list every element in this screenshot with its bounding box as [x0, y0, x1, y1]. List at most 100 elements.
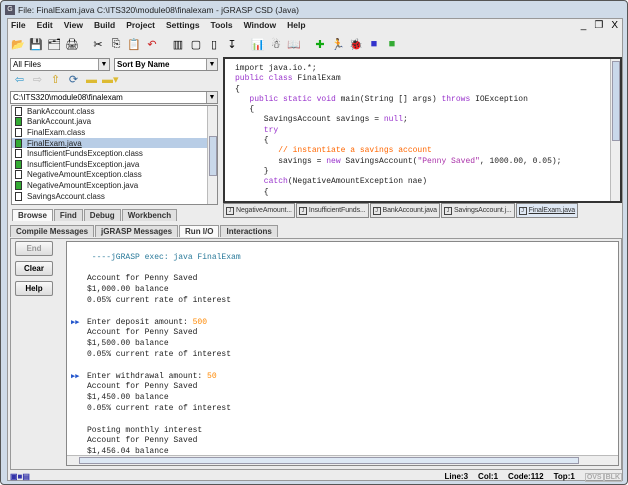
menu-settings[interactable]: Settings [165, 20, 201, 33]
file-tabs: J NegativeAmount... J InsufficientFunds... J… [223, 203, 622, 218]
file-tab[interactable]: J InsufficientFunds... [295, 203, 369, 218]
clear-button[interactable]: Clear [15, 261, 53, 276]
help-button[interactable]: Help [15, 281, 53, 296]
tab-jgrasp-messages[interactable]: jGRASP Messages [95, 225, 179, 237]
code-token: public class [235, 74, 293, 84]
undo-icon[interactable]: ↶ [144, 36, 160, 52]
code-line: public class FinalExam [235, 74, 620, 84]
tab-find[interactable]: Find [53, 209, 83, 221]
back-arrow-icon[interactable]: ⇦ [12, 73, 27, 88]
code-token: SavingsAccount savings = [235, 115, 384, 125]
blk-indicator: BLK [603, 472, 622, 482]
folder-menu-icon[interactable]: ▬▾ [102, 73, 119, 88]
chart-icon[interactable]: 📊 [250, 36, 266, 52]
java-file-icon: J [298, 206, 307, 215]
blue-square-icon[interactable]: ■ [366, 36, 382, 52]
file-tab[interactable]: J NegativeAmount... [223, 203, 295, 218]
refresh-icon[interactable]: ⟳ [66, 73, 81, 88]
folder-icon[interactable]: ▬ [84, 73, 99, 88]
menu-project[interactable]: Project [125, 20, 156, 33]
forward-arrow-icon[interactable]: ⇨ [30, 73, 45, 88]
code-token: "Penny Saved" [417, 156, 480, 166]
file-list-item[interactable]: BankAccount.java [12, 117, 217, 128]
compile-icon[interactable]: ✚ [312, 36, 328, 52]
path-select[interactable]: C:\ITS320\module08\finalexam ▼ [10, 91, 218, 104]
menu-file[interactable]: File [10, 20, 27, 33]
menu-view[interactable]: View [63, 20, 84, 33]
cut-icon[interactable]: ✂ [90, 36, 106, 52]
input-prompt-icon: ▶▶ [71, 318, 80, 327]
generate-csd-icon[interactable]: ▥ [170, 36, 186, 52]
file-list-item[interactable]: NegativeAmountException.class [12, 170, 217, 181]
run-io-console[interactable]: ----jGRASP exec: java FinalExam Account f… [66, 241, 619, 466]
console-text: Enter withdrawal amount: [87, 371, 208, 381]
menu-edit[interactable]: Edit [36, 20, 54, 33]
editor-scrollbar[interactable] [610, 59, 620, 201]
file-list-item[interactable]: BankAccount.class [12, 106, 217, 117]
restore-button[interactable]: ❐ [594, 20, 603, 31]
browse-panel: All Files ▼ Sort By Name ▼ ⇦ ⇨ ⇧ ⟳ ▬ ▬▾ C:… [10, 57, 218, 223]
code-token: main(String [] args) [335, 94, 442, 104]
tab-debug[interactable]: Debug [83, 209, 121, 221]
menu-help[interactable]: Help [286, 20, 306, 33]
toolbar: 📂 💾 🗂 🖨 ✂ ⎘ 📋 ↶ ▥ ▢ ▯ ↧ 📊 ☃ 📖 ✚ 🏃 🐞 ■ ■ [10, 34, 400, 54]
uml-icon[interactable]: ☃ [268, 36, 284, 52]
file-list-item[interactable]: InsufficientFundsException.java [12, 159, 217, 170]
end-button[interactable]: End [15, 241, 53, 256]
code-line: { [235, 85, 620, 95]
run-icon[interactable]: 🏃 [330, 36, 346, 52]
console-text: Account for Penny Saved [87, 274, 198, 284]
green-square-icon[interactable]: ■ [384, 36, 400, 52]
file-tab-label: NegativeAmount... [236, 207, 292, 214]
open-project-icon[interactable]: 🗂 [46, 36, 62, 52]
print-icon[interactable]: 🖨 [64, 36, 80, 52]
tab-run-i-o[interactable]: Run I/O [179, 225, 220, 237]
open-folder-icon[interactable]: 📂 [10, 36, 26, 52]
pin-icon[interactable]: ↧ [224, 36, 240, 52]
console-scrollbar[interactable] [67, 455, 618, 465]
sort-select[interactable]: Sort By Name ▼ [114, 58, 218, 71]
java-file-icon [15, 159, 22, 169]
file-list-item[interactable]: InsufficientFundsException.class [12, 148, 217, 159]
console-text: $1,500.00 balance [87, 339, 169, 349]
save-icon[interactable]: 💾 [28, 36, 44, 52]
browse-nav: ⇦ ⇨ ⇧ ⟳ ▬ ▬▾ [12, 73, 119, 88]
file-name: BankAccount.java [27, 117, 92, 127]
remove-csd-icon[interactable]: ▢ [188, 36, 204, 52]
tab-browse[interactable]: Browse [12, 209, 53, 221]
code-text[interactable]: import java.io.*; public class FinalExam{… [225, 59, 620, 198]
path-value: C:\ITS320\module08\finalexam [13, 93, 123, 102]
tab-workbench[interactable]: Workbench [121, 209, 178, 221]
copy-icon[interactable]: ⎘ [108, 36, 124, 52]
minimize-button[interactable]: _ [581, 20, 587, 31]
file-list-scrollbar[interactable] [207, 106, 217, 204]
close-button[interactable]: X [611, 20, 618, 31]
up-folder-icon[interactable]: ⇧ [48, 73, 63, 88]
console-text: 0.05% current rate of interest [87, 349, 232, 359]
message-tabs: Compile Messages jGRASP Messages Run I/O In… [10, 225, 278, 237]
file-list-item[interactable]: SavingsAccount.class [12, 191, 217, 202]
code-editor[interactable]: import java.io.*; public class FinalExam{… [223, 57, 622, 203]
menu-tools[interactable]: Tools [210, 20, 234, 33]
console-line: 0.05% current rate of interest [67, 350, 618, 361]
run-io-buttons: End Clear Help [15, 241, 55, 301]
file-tab[interactable]: J FinalExam.java [515, 203, 579, 218]
debug-icon[interactable]: 🐞 [348, 36, 364, 52]
file-filter-select[interactable]: All Files ▼ [10, 58, 110, 71]
book-icon[interactable]: 📖 [286, 36, 302, 52]
tab-compile-messages[interactable]: Compile Messages [10, 225, 95, 237]
code-token: FinalExam [292, 74, 341, 84]
file-list-item[interactable]: FinalExam.java [12, 137, 217, 149]
file-tab[interactable]: J SavingsAccount.j... [440, 203, 515, 218]
file-tab[interactable]: J BankAccount.java [369, 203, 440, 218]
file-list-item[interactable]: NegativeAmountException.java [12, 180, 217, 191]
file-list-item[interactable]: FinalExam.class [12, 127, 217, 138]
status-icons: ▣■▤ [10, 471, 30, 481]
java-file-icon [15, 180, 22, 190]
menu-build[interactable]: Build [93, 20, 116, 33]
menu-window[interactable]: Window [243, 20, 278, 33]
paste-icon[interactable]: 📋 [126, 36, 142, 52]
unfold-icon[interactable]: ▯ [206, 36, 222, 52]
tab-interactions[interactable]: Interactions [220, 225, 278, 237]
